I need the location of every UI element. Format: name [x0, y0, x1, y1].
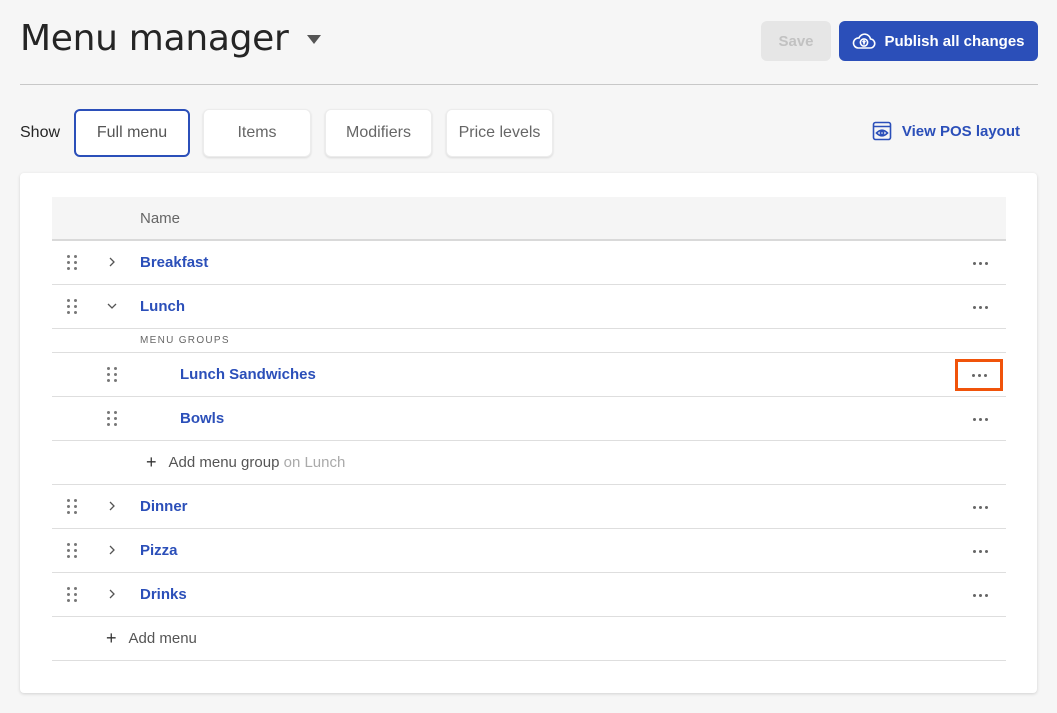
show-label: Show [20, 124, 61, 141]
title-wrap: Menu manager [20, 18, 321, 59]
menu-group-row[interactable]: Bowls [52, 397, 1006, 441]
drag-handle-icon[interactable] [67, 499, 77, 515]
menu-name[interactable]: Breakfast [140, 254, 208, 271]
menu-name[interactable]: Lunch [140, 298, 185, 315]
filter-full-menu[interactable]: Full menu [74, 109, 190, 157]
drag-handle-icon[interactable] [67, 587, 77, 603]
more-options-icon[interactable] [962, 253, 998, 273]
more-options-icon[interactable] [962, 585, 998, 605]
plus-icon: + [106, 628, 117, 648]
filter-items[interactable]: Items [203, 109, 311, 157]
view-pos-label: View POS layout [901, 122, 1020, 140]
menu-name[interactable]: Dinner [140, 498, 188, 515]
save-button[interactable]: Save [761, 21, 831, 61]
menu-card: Name Breakfast Lunch MENU GROUPS Lunch S… [20, 173, 1037, 693]
page-header: Menu manager Save Publish all changes [20, 0, 1038, 85]
add-menu-group-row[interactable]: + Add menu group on Lunch [52, 441, 1006, 485]
menu-groups-label-row: MENU GROUPS [52, 329, 1006, 353]
more-options-icon[interactable] [955, 359, 1003, 391]
filter-row: Show Full menu Items Modifiers Price lev… [20, 109, 1038, 157]
drag-handle-icon[interactable] [67, 299, 77, 315]
more-options-icon[interactable] [962, 297, 998, 317]
menu-row[interactable]: Pizza [52, 529, 1006, 573]
menu-groups-label: MENU GROUPS [140, 335, 230, 346]
plus-icon: + [146, 452, 157, 472]
add-menu-group-suffix: on Lunch [283, 453, 346, 471]
drag-handle-icon[interactable] [67, 255, 77, 271]
menu-row[interactable]: Drinks [52, 573, 1006, 617]
drag-handle-icon[interactable] [107, 367, 117, 383]
cloud-upload-icon [853, 33, 876, 49]
chevron-right-icon[interactable] [104, 542, 120, 558]
filter-modifiers[interactable]: Modifiers [325, 109, 432, 157]
table-header: Name [52, 197, 1006, 241]
add-menu-group-button[interactable]: + Add menu group on Lunch [146, 453, 345, 471]
add-menu-button[interactable]: + Add menu [106, 629, 197, 647]
more-options-icon[interactable] [962, 541, 998, 561]
menu-group-name[interactable]: Lunch Sandwiches [180, 366, 316, 383]
add-menu-group-label: Add menu group [168, 453, 280, 471]
chevron-down-icon[interactable] [104, 298, 120, 314]
menu-row[interactable]: Dinner [52, 485, 1006, 529]
menu-group-row[interactable]: Lunch Sandwiches [52, 353, 1006, 397]
view-pos-layout-link[interactable]: View POS layout [872, 121, 1020, 141]
drag-handle-icon[interactable] [107, 411, 117, 427]
publish-all-changes-button[interactable]: Publish all changes [839, 21, 1038, 61]
caret-down-icon[interactable] [306, 35, 321, 44]
more-options-icon[interactable] [962, 497, 998, 517]
menu-row[interactable]: Breakfast [52, 241, 1006, 285]
chevron-right-icon[interactable] [104, 586, 120, 602]
more-options-icon[interactable] [962, 409, 998, 429]
chevron-right-icon[interactable] [104, 254, 120, 270]
menu-group-name[interactable]: Bowls [180, 410, 224, 427]
filter-price-levels[interactable]: Price levels [446, 109, 553, 157]
page-title: Menu manager [20, 18, 289, 59]
add-menu-label: Add menu [128, 629, 197, 647]
publish-label: Publish all changes [884, 32, 1025, 50]
eye-window-icon [872, 121, 892, 141]
add-menu-row[interactable]: + Add menu [52, 617, 1006, 661]
menu-name[interactable]: Drinks [140, 586, 187, 603]
menu-row[interactable]: Lunch [52, 285, 1006, 329]
chevron-right-icon[interactable] [104, 498, 120, 514]
drag-handle-icon[interactable] [67, 543, 77, 559]
menu-table: Name Breakfast Lunch MENU GROUPS Lunch S… [52, 197, 1006, 661]
menu-name[interactable]: Pizza [140, 542, 178, 559]
column-name-header: Name [140, 210, 181, 227]
